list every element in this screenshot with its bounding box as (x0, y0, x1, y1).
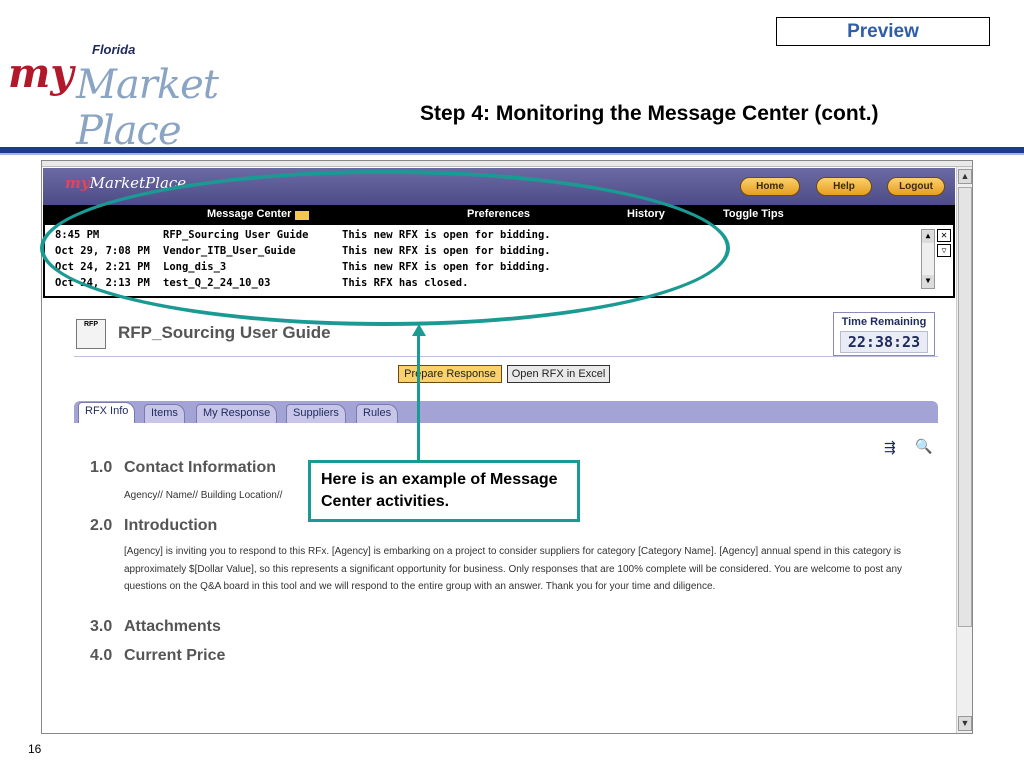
logout-button[interactable]: Logout (887, 177, 945, 196)
export-icon[interactable]: ⇶ (884, 439, 896, 456)
rfx-tab-bar: RFX Info Items My Response Suppliers Rul… (74, 401, 938, 423)
section-title: Current Price (124, 647, 226, 664)
section-number: 4.0 (90, 647, 113, 664)
tab-suppliers[interactable]: Suppliers (286, 404, 346, 423)
section-number: 1.0 (90, 459, 113, 476)
time-remaining-box: Time Remaining 22:38:23 (833, 312, 935, 356)
time-remaining-label: Time Remaining (841, 316, 927, 328)
time-remaining-value: 22:38:23 (840, 331, 928, 353)
message-scrollbar[interactable]: ▲ ▼ (921, 229, 935, 289)
scroll-up-icon[interactable]: ▲ (958, 169, 972, 184)
highlight-ellipse (40, 170, 730, 326)
tab-rfx-info[interactable]: RFX Info (78, 402, 136, 423)
section-title: Attachments (124, 618, 221, 635)
rfx-icon-label: RFP (84, 321, 98, 328)
section-heading: 4.0 Current Price (90, 647, 225, 665)
tab-my-response[interactable]: My Response (196, 404, 278, 423)
section-text: [Agency] is inviting you to respond to t… (124, 546, 903, 592)
callout-connector (417, 335, 420, 461)
open-rfx-in-excel-button[interactable]: Open RFX in Excel (507, 365, 610, 383)
rfx-title: RFP_Sourcing User Guide (118, 323, 331, 342)
scroll-down-icon[interactable]: ▼ (958, 716, 972, 731)
myflorida-marketplace-logo: my Florida Market Place (6, 36, 276, 154)
section-heading: 1.0 Contact Information (90, 459, 276, 477)
prepare-response-button[interactable]: Prepare Response (398, 365, 502, 383)
preview-label: Preview (776, 17, 990, 46)
collapse-icon[interactable]: ▽ (937, 244, 951, 257)
browser-toolbar-edge (42, 161, 972, 167)
home-button[interactable]: Home (740, 177, 800, 196)
nav-toggle-tips[interactable]: Toggle Tips (723, 208, 784, 220)
close-icon[interactable]: ✕ (937, 229, 951, 242)
slide-number: 16 (28, 742, 42, 756)
app-logo-my: my (65, 174, 90, 192)
logo-florida-text: Florida (92, 42, 136, 57)
scroll-down-icon[interactable]: ▼ (922, 275, 934, 288)
title-divider-light (0, 153, 1024, 155)
callout-box: Here is an example of Message Center act… (308, 460, 580, 522)
logo-my-text: my (8, 50, 74, 97)
slide-title: Step 4: Monitoring the Message Center (c… (420, 102, 879, 125)
section-number: 2.0 (90, 517, 113, 534)
scroll-up-icon[interactable]: ▲ (922, 230, 934, 243)
section-number: 3.0 (90, 618, 113, 635)
section-title: Introduction (124, 517, 218, 534)
logo-marketplace-text: Market Place (76, 62, 219, 154)
tab-items[interactable]: Items (144, 404, 185, 423)
section-heading: 3.0 Attachments (90, 618, 221, 636)
rfx-document-icon: RFP (76, 319, 106, 349)
page-scrollbar[interactable]: ▲ ▼ (956, 167, 972, 733)
scrollbar-thumb[interactable] (958, 187, 972, 627)
section-heading: 2.0 Introduction (90, 517, 217, 535)
tab-rules[interactable]: Rules (356, 404, 399, 423)
help-button[interactable]: Help (816, 177, 872, 196)
section-title: Contact Information (124, 459, 276, 476)
title-rule (74, 356, 938, 357)
search-icon[interactable]: 🔍 (915, 438, 932, 455)
